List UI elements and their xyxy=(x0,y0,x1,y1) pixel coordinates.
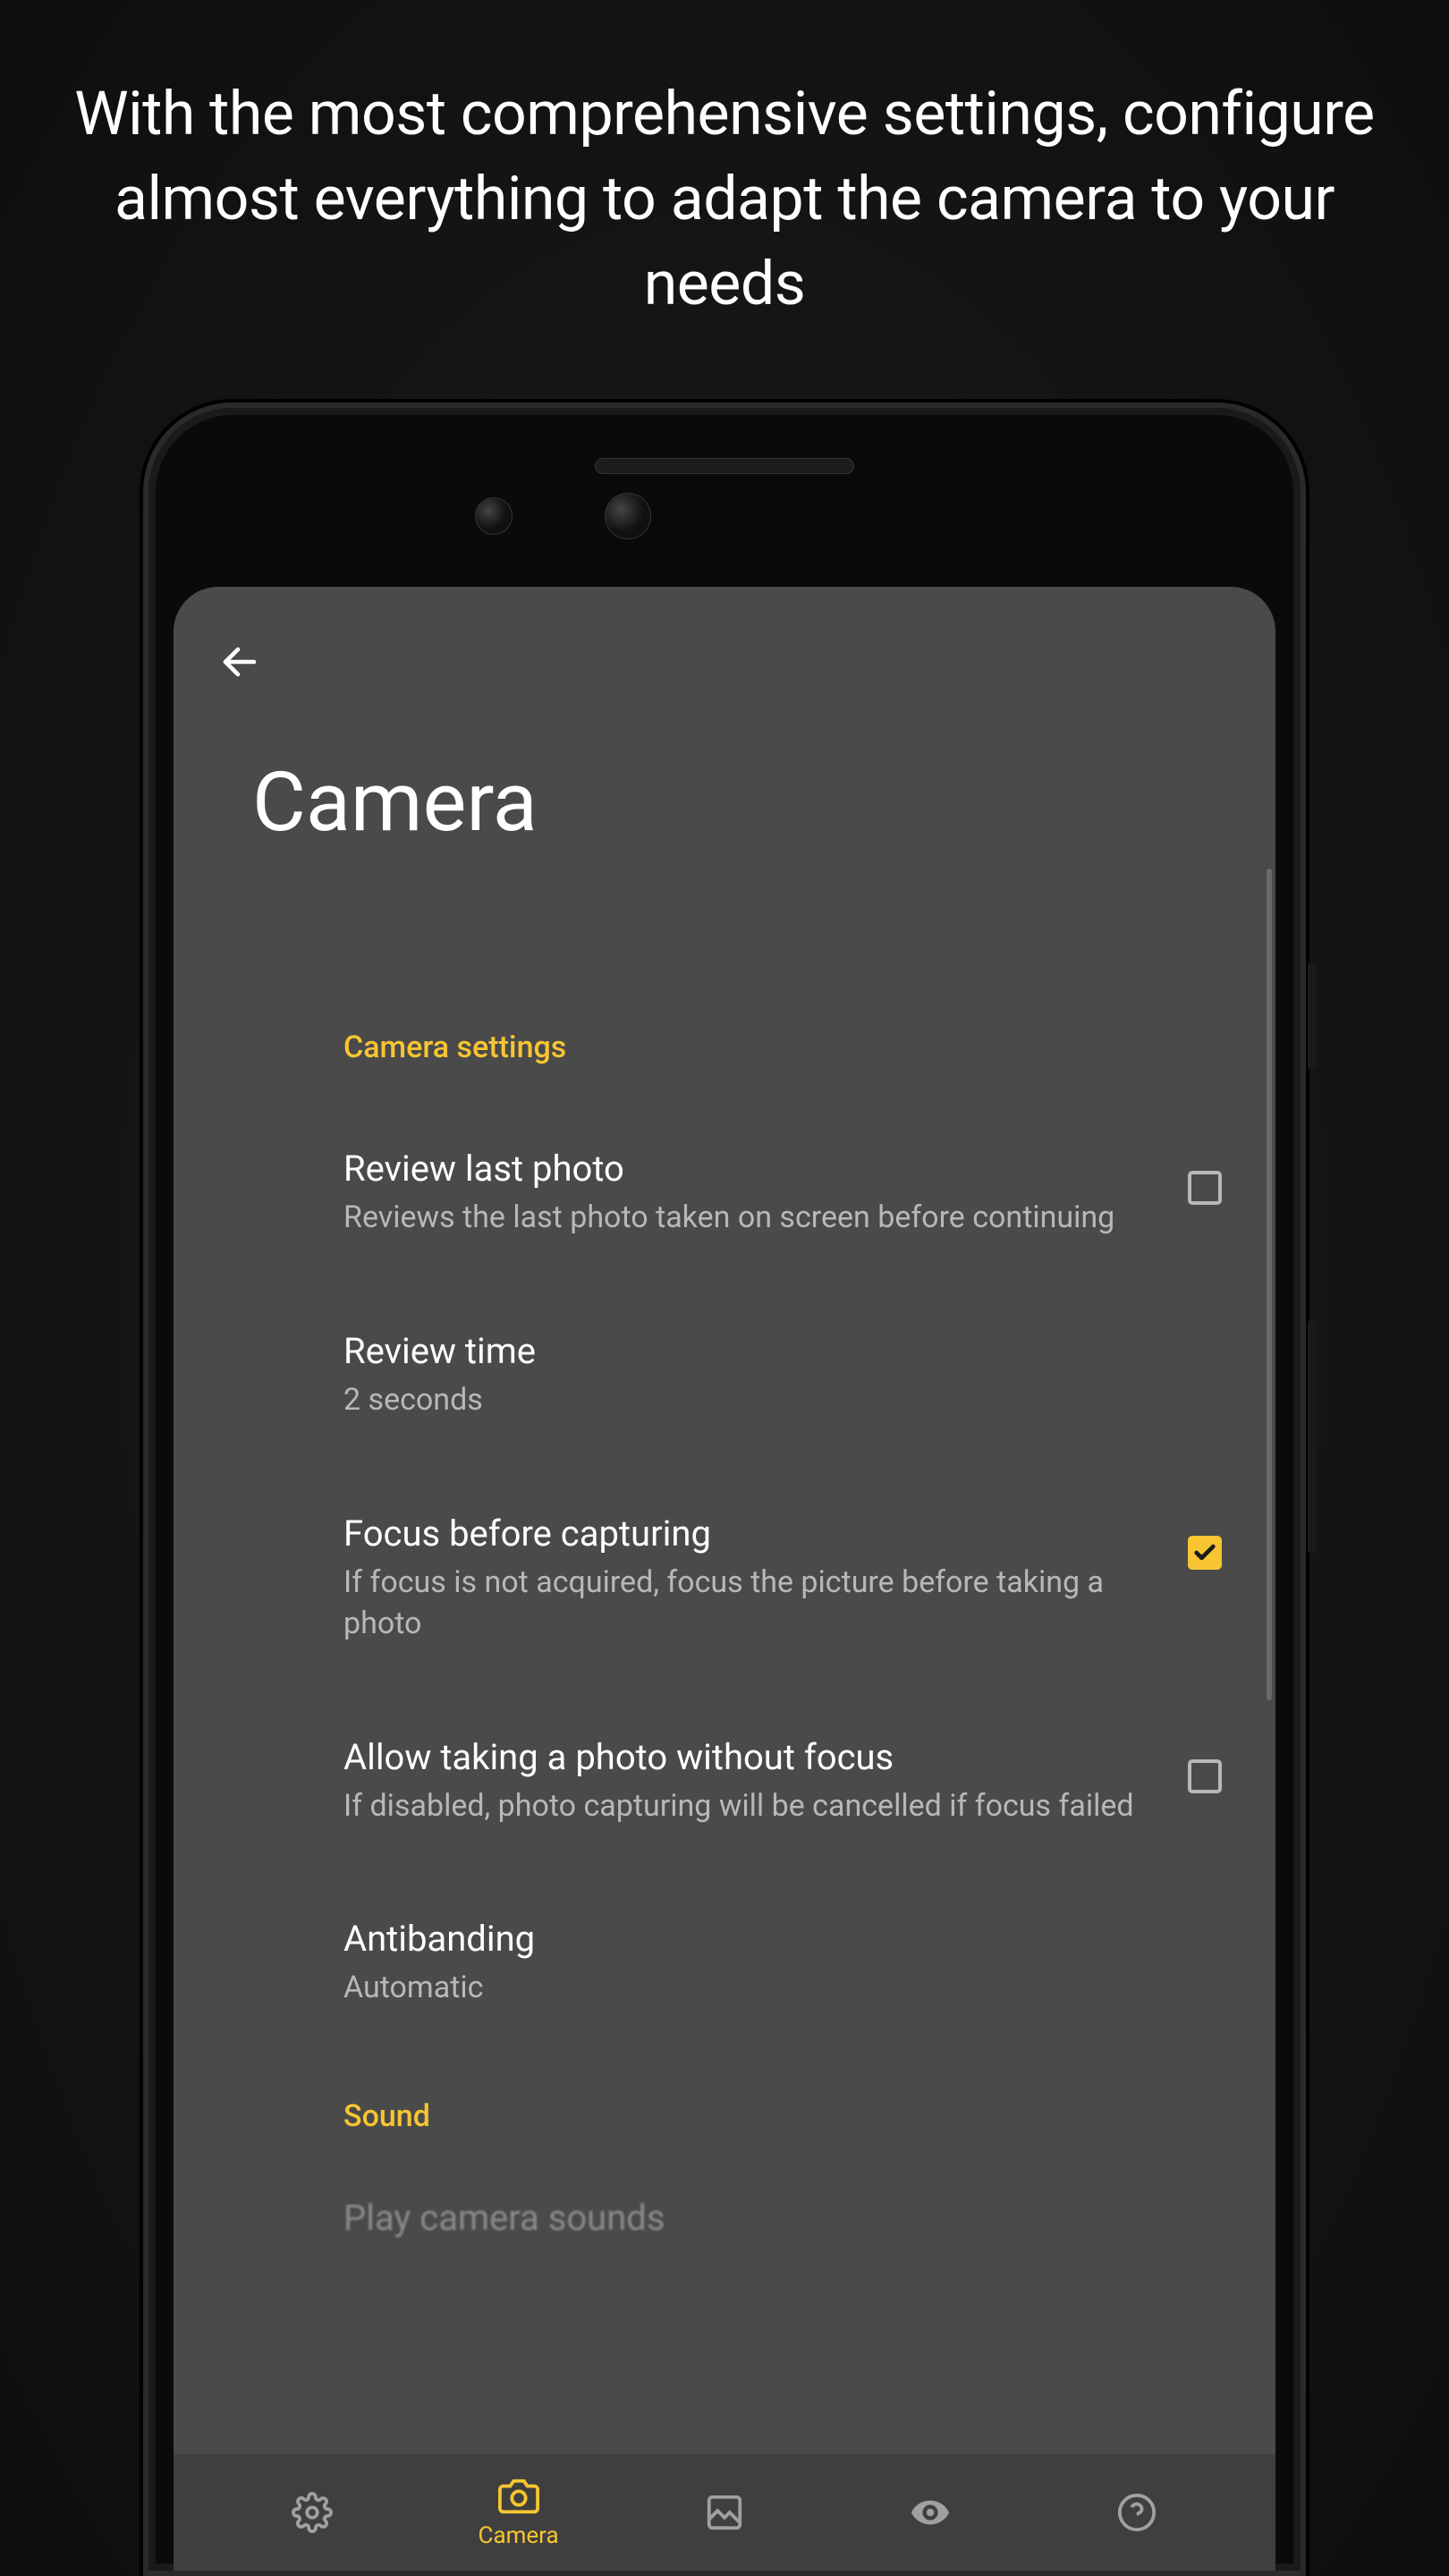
setting-subtitle: Reviews the last photo taken on screen b… xyxy=(343,1198,1152,1239)
section-header-camera: Camera settings xyxy=(343,1030,1240,1065)
setting-title: Allow taking a photo without focus xyxy=(343,1734,1152,1781)
setting-subtitle: Automatic xyxy=(343,1968,1222,2009)
device-speaker xyxy=(595,458,854,474)
arrow-left-icon xyxy=(218,640,261,683)
nav-help[interactable] xyxy=(1088,2492,1186,2533)
setting-allow-no-focus[interactable]: Allow taking a photo without focus If di… xyxy=(343,1734,1240,1827)
check-icon xyxy=(1192,1540,1217,1565)
setting-title: Antibanding xyxy=(343,1916,1222,1962)
device-frame: Camera Camera settings Review last photo… xyxy=(143,402,1306,2576)
setting-review-time[interactable]: Review time 2 seconds xyxy=(343,1328,1240,1421)
setting-antibanding[interactable]: Antibanding Automatic xyxy=(343,1916,1240,2009)
nav-preview[interactable] xyxy=(881,2492,979,2533)
setting-title: Focus before capturing xyxy=(343,1511,1152,1557)
device-front-camera-2 xyxy=(605,493,651,539)
nav-camera[interactable]: Camera xyxy=(470,2476,568,2549)
gear-icon xyxy=(292,2492,333,2533)
screen: Camera Camera settings Review last photo… xyxy=(174,587,1275,2571)
setting-title: Review last photo xyxy=(343,1146,1152,1192)
setting-cutoff: Play camera sounds xyxy=(343,2197,1240,2239)
device-volume-button xyxy=(1308,1320,1317,1553)
promo-headline: With the most comprehensive settings, co… xyxy=(0,0,1449,327)
checkbox-review-last[interactable] xyxy=(1188,1171,1222,1205)
settings-list[interactable]: Camera settings Review last photo Review… xyxy=(174,851,1275,2461)
help-icon xyxy=(1116,2492,1157,2533)
camera-icon xyxy=(498,2476,539,2517)
app-bar: Camera xyxy=(174,587,1275,851)
bottom-nav: Camera xyxy=(174,2454,1275,2571)
page-title: Camera xyxy=(218,683,1231,851)
nav-camera-label: Camera xyxy=(479,2522,559,2549)
section-header-sound: Sound xyxy=(343,2098,1240,2134)
device-side-button xyxy=(1308,962,1317,1070)
setting-title: Review time xyxy=(343,1328,1222,1375)
image-icon xyxy=(704,2492,745,2533)
setting-subtitle: If focus is not acquired, focus the pict… xyxy=(343,1563,1152,1645)
back-button[interactable] xyxy=(218,640,261,683)
setting-subtitle: If disabled, photo capturing will be can… xyxy=(343,1786,1152,1827)
eye-icon xyxy=(910,2492,951,2533)
checkbox-focus-before[interactable] xyxy=(1188,1536,1222,1570)
scrollbar[interactable] xyxy=(1267,869,1272,1700)
nav-gallery[interactable] xyxy=(675,2492,774,2533)
nav-settings[interactable] xyxy=(263,2492,361,2533)
setting-focus-before[interactable]: Focus before capturing If focus is not a… xyxy=(343,1511,1240,1645)
setting-subtitle: 2 seconds xyxy=(343,1380,1222,1421)
setting-review-last-photo[interactable]: Review last photo Reviews the last photo… xyxy=(343,1146,1240,1239)
device-front-camera-1 xyxy=(475,497,513,535)
checkbox-allow-no-focus[interactable] xyxy=(1188,1759,1222,1793)
